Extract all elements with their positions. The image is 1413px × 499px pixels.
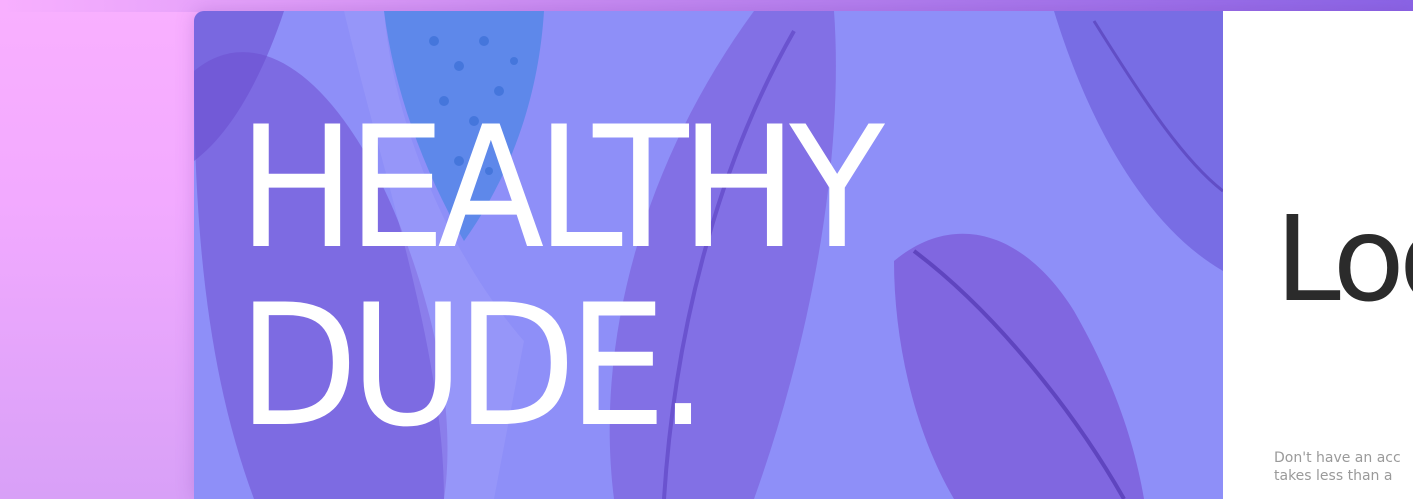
login-heading: Log: [1275, 190, 1413, 328]
hero-title: HEALTHY DUDE.: [238, 90, 885, 464]
hero-title-line-1: HEALTHY: [238, 90, 885, 286]
login-panel: Log Don't have an acc takes less than a: [1223, 11, 1413, 499]
hero-title-line-2: DUDE.: [238, 268, 708, 464]
feather-shape: [1054, 11, 1223, 271]
feather-shape: [894, 233, 1144, 499]
hero-banner: HEALTHY DUDE.: [194, 11, 1223, 499]
signup-prompt: Don't have an acc takes less than a: [1274, 450, 1401, 484]
login-card: HEALTHY DUDE. Log Don't have an acc take…: [194, 11, 1413, 499]
